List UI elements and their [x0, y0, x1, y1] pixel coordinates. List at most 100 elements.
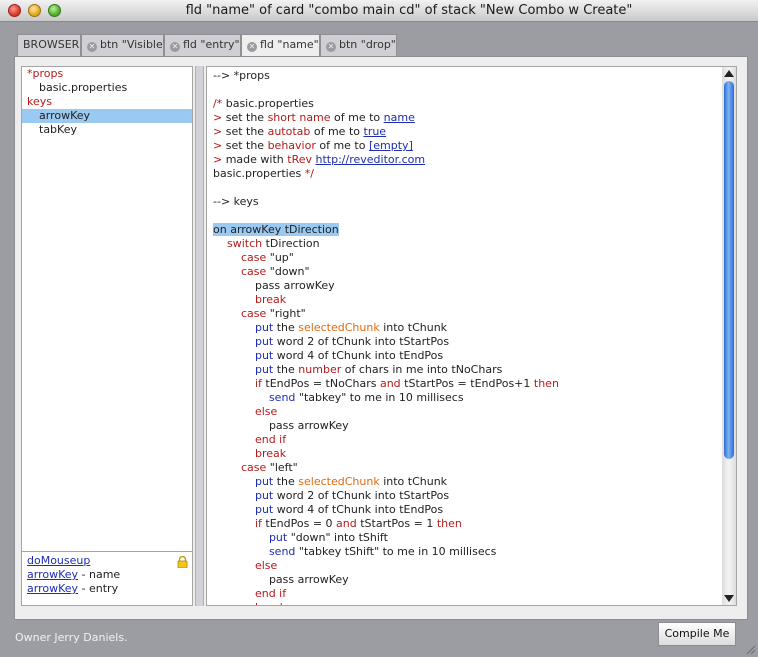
reference-item: arrowKey - entry: [22, 582, 192, 596]
code-line: case "right": [213, 307, 736, 321]
close-window-button[interactable]: [8, 4, 21, 17]
tab-label: btn "drop": [339, 38, 396, 51]
code-token: tEndPos = tNoChars: [261, 377, 380, 390]
tree-group-props[interactable]: *props: [22, 67, 192, 81]
code-token: "down": [266, 265, 310, 278]
tab-btn-drop[interactable]: ✕ btn "drop": [320, 34, 397, 56]
tab-browser[interactable]: BROWSER: [17, 34, 81, 56]
code-token: send: [268, 545, 296, 558]
code-token: /*: [213, 97, 223, 110]
code-token: tDirection: [262, 237, 320, 250]
reference-link[interactable]: doMouseup: [27, 554, 90, 567]
code-line: put word 4 of tChunk into tEndPos: [213, 349, 736, 363]
code-link[interactable]: [empty]: [369, 139, 413, 152]
code-token: the: [273, 363, 299, 376]
close-tab-icon[interactable]: ✕: [326, 42, 336, 52]
vertical-scrollbar[interactable]: [722, 66, 737, 606]
code-token: word 4 of tChunk into tEndPos: [273, 349, 444, 362]
code-token: --> *props: [213, 69, 270, 82]
code-token: */: [304, 167, 314, 180]
code-token: word 4 of tChunk into tEndPos: [273, 503, 444, 516]
code-token: break: [255, 601, 286, 605]
code-token: word 2 of tChunk into tStartPos: [273, 489, 450, 502]
code-token: and: [379, 377, 401, 390]
code-line: if tEndPos = tNoChars and tStartPos = tE…: [213, 377, 736, 391]
code-link[interactable]: name: [384, 111, 415, 124]
tab-label: btn "Visible": [100, 38, 168, 51]
code-token: send: [268, 391, 296, 404]
minimize-window-button[interactable]: [28, 4, 41, 17]
tree-group-keys[interactable]: keys: [22, 95, 192, 109]
code-token: >: [213, 153, 226, 166]
code-token: break: [254, 447, 287, 460]
reference-suffix: - entry: [78, 582, 119, 595]
code-link[interactable]: http://reveditor.com: [316, 153, 426, 166]
reference-link[interactable]: arrowKey: [27, 568, 78, 581]
code-line: case "down": [213, 265, 736, 279]
code-token: >: [213, 125, 226, 138]
code-line: pass arrowKey: [213, 279, 736, 293]
code-line: end if: [213, 433, 736, 447]
close-tab-icon[interactable]: ✕: [170, 42, 180, 52]
tab-fld-name[interactable]: ✕ fld "name": [241, 34, 320, 57]
code-token: the: [273, 475, 299, 488]
tab-btn-visible[interactable]: ✕ btn "Visible": [81, 34, 168, 56]
script-editor[interactable]: --> *props/* basic.properties > set the s…: [206, 66, 737, 606]
code-line: break: [213, 293, 736, 307]
reference-item: arrowKey - name: [22, 568, 192, 582]
code-token: of me to: [330, 111, 384, 124]
code-token: tRev: [287, 153, 313, 166]
tab-label: BROWSER: [23, 38, 80, 51]
code-token: if: [254, 377, 262, 390]
code-line: on arrowKey tDirection: [213, 223, 736, 237]
code-line: break: [213, 447, 736, 461]
code-token: "down" into tShift: [287, 531, 388, 544]
code-line: put the selectedChunk into tChunk: [213, 321, 736, 335]
script-text[interactable]: --> *props/* basic.properties > set the s…: [213, 69, 736, 605]
code-token: then: [436, 517, 462, 530]
resize-grip-icon[interactable]: [744, 643, 756, 655]
scroll-thumb[interactable]: [724, 81, 734, 459]
compile-button[interactable]: Compile Me: [658, 622, 736, 646]
close-tab-icon[interactable]: ✕: [87, 42, 97, 52]
code-line: break: [213, 601, 736, 605]
code-line: put word 2 of tChunk into tStartPos: [213, 489, 736, 503]
code-token: pass arrowKey: [213, 419, 349, 432]
owner-label: Owner Jerry Daniels.: [15, 631, 128, 644]
scroll-down-icon[interactable]: [724, 595, 734, 602]
window-title: fld "name" of card "combo main cd" of st…: [185, 3, 633, 18]
code-token: of chars in me into tNoChars: [341, 363, 503, 376]
tree-item-arrowkey[interactable]: arrowKey: [22, 109, 192, 123]
code-line: put the selectedChunk into tChunk: [213, 475, 736, 489]
reference-link[interactable]: arrowKey: [27, 582, 78, 595]
code-token: tStartPos = tEndPos+1: [400, 377, 534, 390]
zoom-window-button[interactable]: [48, 4, 61, 17]
close-tab-icon[interactable]: ✕: [247, 42, 257, 52]
code-token: tStartPos = 1: [356, 517, 437, 530]
tree-item-basic-properties[interactable]: basic.properties: [22, 81, 192, 95]
code-line: switch tDirection: [213, 237, 736, 251]
lock-icon[interactable]: [177, 556, 188, 568]
pane-splitter[interactable]: [195, 66, 204, 606]
code-token: and: [336, 517, 357, 530]
tab-fld-entry[interactable]: ✕ fld "entry": [164, 34, 241, 56]
code-link[interactable]: true: [364, 125, 387, 138]
code-token: "up": [266, 251, 294, 264]
tree-item-tabkey[interactable]: tabKey: [22, 123, 192, 137]
code-line: --> *props: [213, 69, 736, 83]
code-token: put: [254, 335, 274, 348]
scroll-up-icon[interactable]: [724, 70, 734, 77]
code-token: the: [273, 321, 299, 334]
code-line: pass arrowKey: [213, 573, 736, 587]
